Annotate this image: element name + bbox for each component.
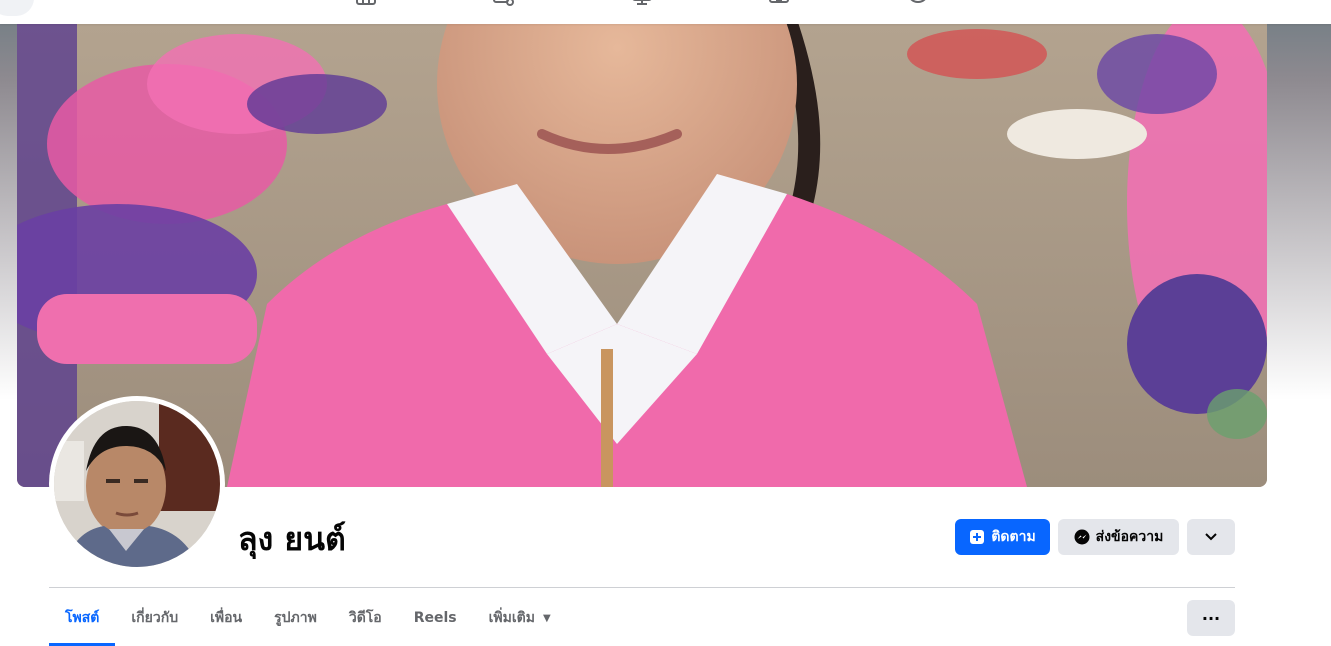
tab-about[interactable]: เกี่ยวกับ <box>115 600 194 636</box>
search-pill[interactable] <box>0 0 34 16</box>
tab-reels[interactable]: Reels <box>398 600 473 636</box>
divider <box>49 587 1235 588</box>
profile-options-button[interactable] <box>1187 519 1235 555</box>
follow-icon <box>969 529 985 545</box>
profile-tabs: โพสต์ เกี่ยวกับ เพื่อน รูปภาพ วิดีโอ Ree… <box>49 600 567 646</box>
message-button[interactable]: ส่งข้อความ <box>1058 519 1179 555</box>
cover-photo[interactable] <box>17 24 1267 487</box>
tab-posts[interactable]: โพสต์ <box>49 600 116 646</box>
ellipsis-icon: ··· <box>1201 608 1221 628</box>
profile-avatar[interactable] <box>49 396 225 572</box>
profile-name: ลุง ยนต์ <box>238 520 346 558</box>
tab-videos[interactable]: วิดีโอ <box>333 600 398 636</box>
groups-icon[interactable] <box>769 0 791 6</box>
tab-photos[interactable]: รูปภาพ <box>258 600 333 636</box>
tab-friends[interactable]: เพื่อน <box>194 600 258 636</box>
follow-label: ติดตาม <box>991 529 1036 545</box>
profile-photo <box>54 401 220 567</box>
more-options-button[interactable]: ··· <box>1187 600 1235 636</box>
video-icon[interactable] <box>493 0 515 6</box>
chevron-down-icon <box>1205 529 1217 545</box>
message-label: ส่งข้อความ <box>1095 529 1164 545</box>
gaming-icon[interactable] <box>907 0 929 6</box>
follow-button[interactable]: ติดตาม <box>955 519 1050 555</box>
messenger-icon <box>1074 529 1090 545</box>
caret-down-icon: ▼ <box>542 612 551 624</box>
top-navigation-bar <box>0 0 1331 24</box>
tab-more[interactable]: เพิ่มเติม ▼ <box>473 600 567 636</box>
marketplace-icon[interactable] <box>631 0 653 6</box>
home-icon[interactable] <box>355 0 377 6</box>
